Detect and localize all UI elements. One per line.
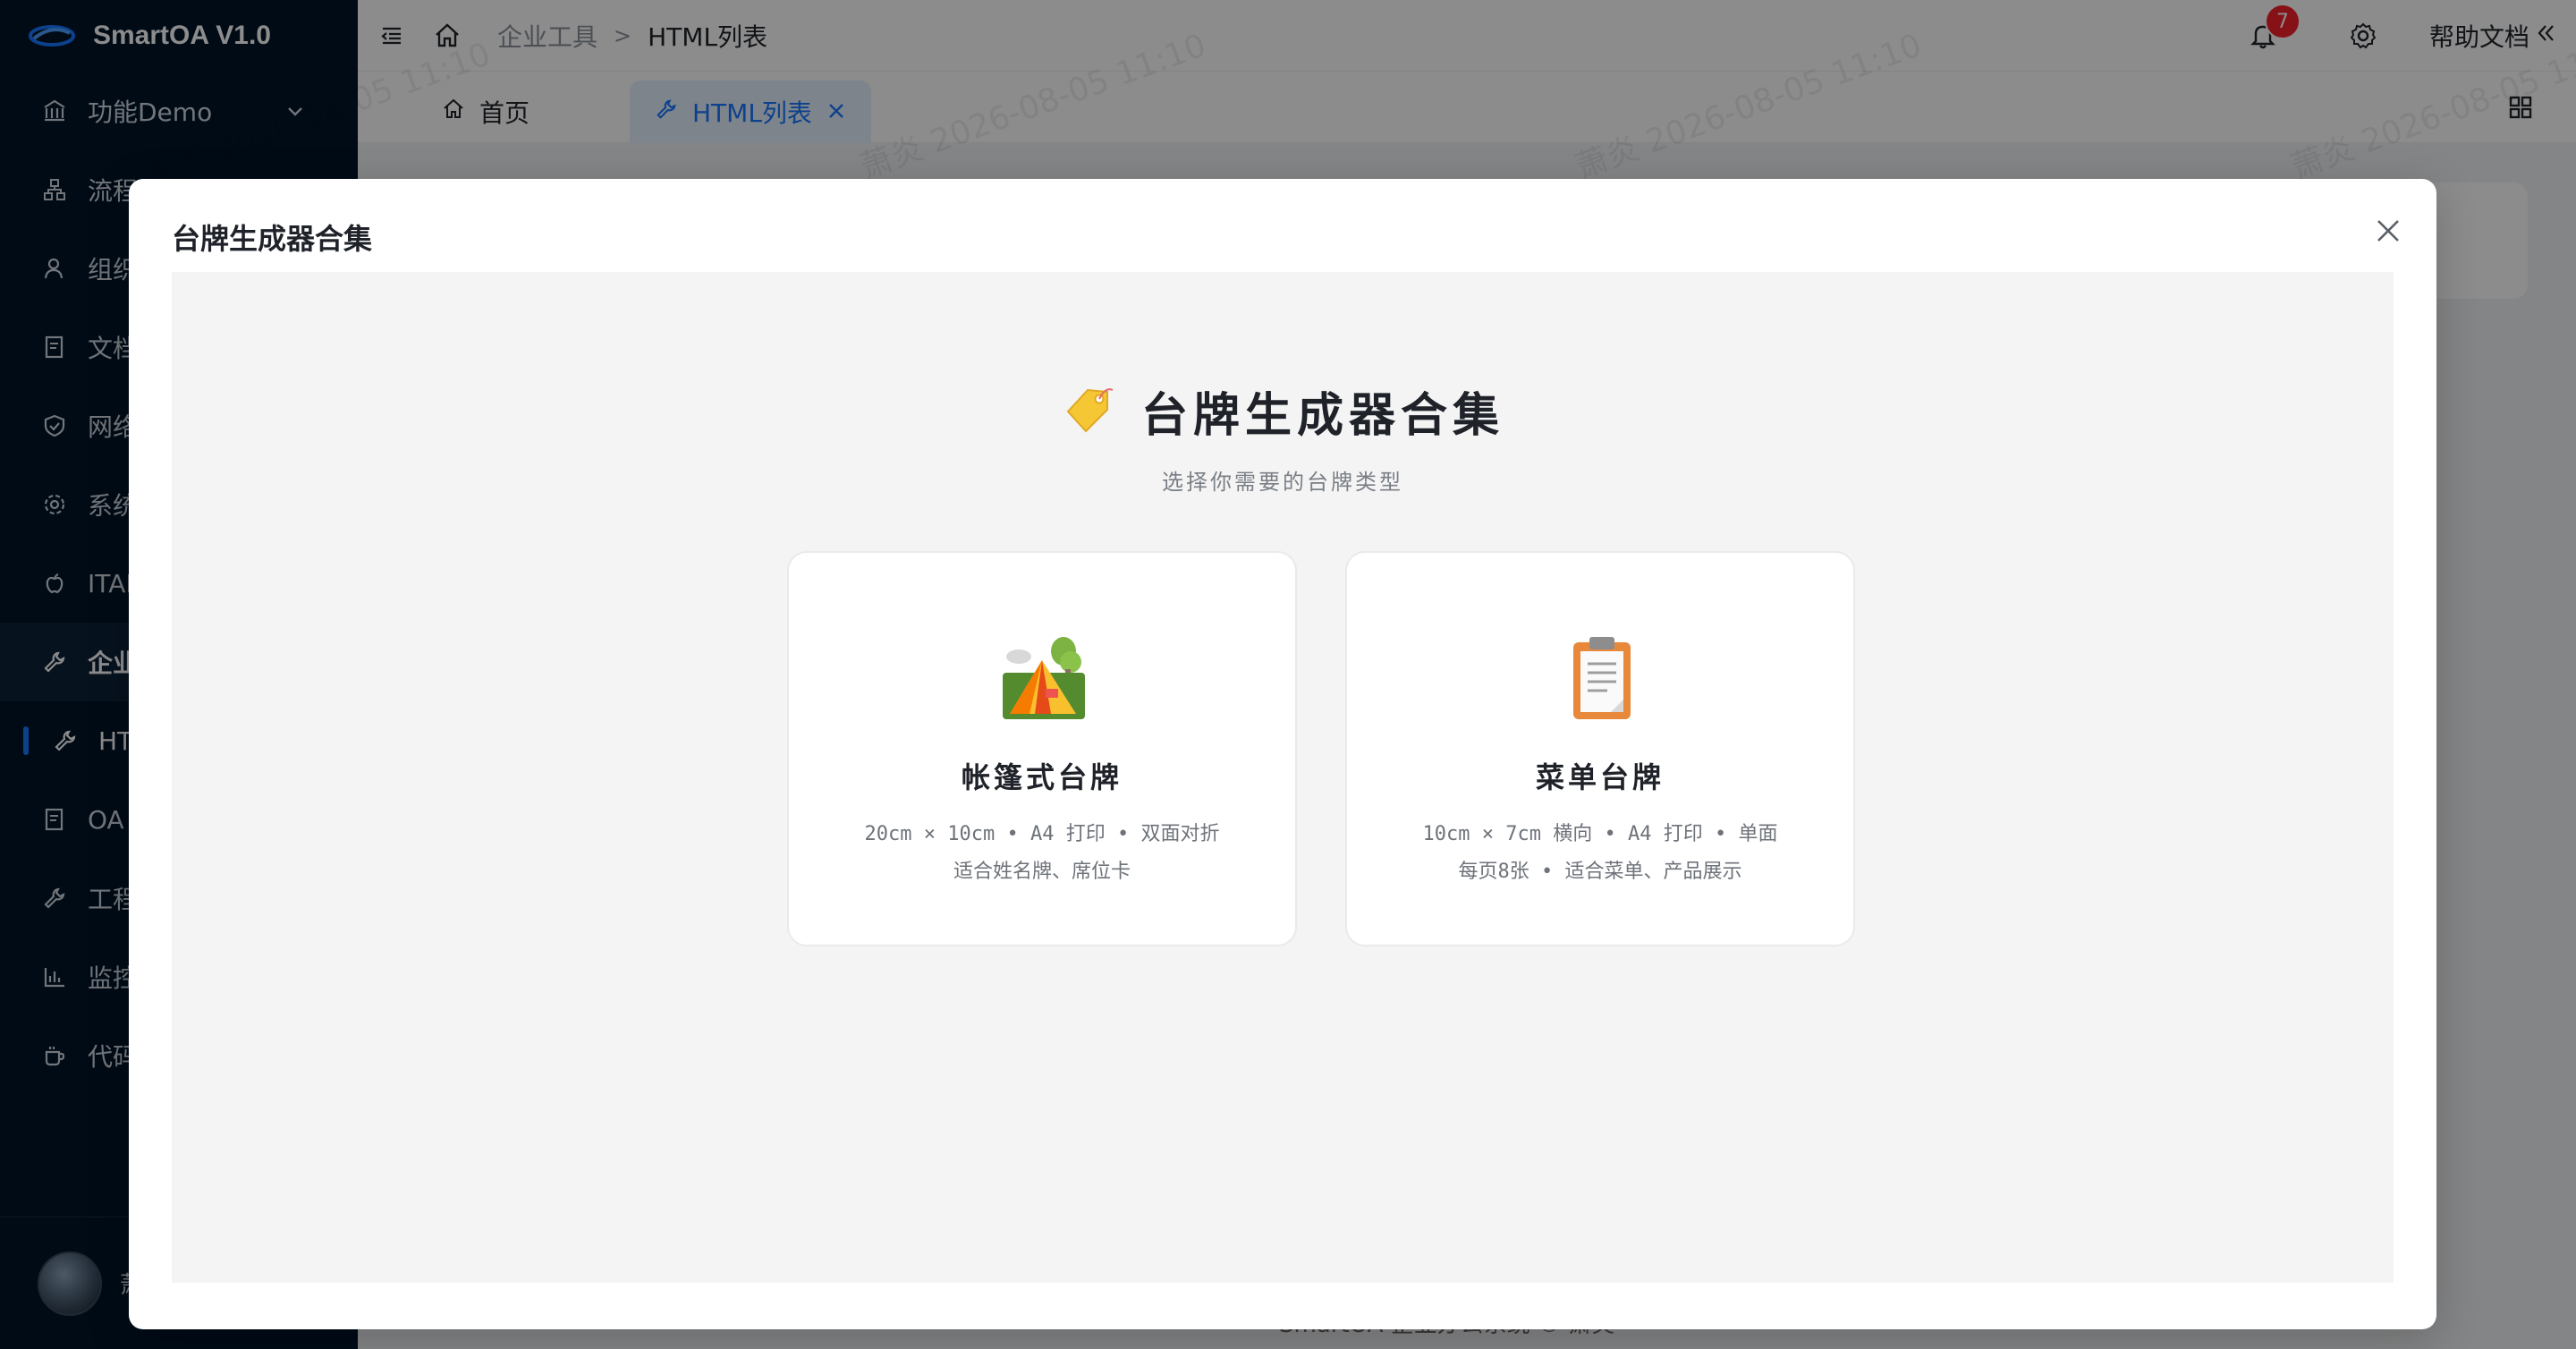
tent-icon [999, 633, 1089, 723]
card-title: 菜单台牌 [1535, 760, 1665, 794]
hero-subtitle: 选择你需要的台牌类型 [1162, 470, 1403, 495]
modal-title: 台牌生成器合集 [172, 222, 373, 256]
card-title: 帐篷式台牌 [961, 760, 1123, 794]
generator-card-tent[interactable]: 帐篷式台牌 20cm × 10cm • A4 打印 • 双面对折 适合姓名牌、席… [787, 551, 1297, 946]
tag-icon [1061, 383, 1114, 440]
card-description: 20cm × 10cm • A4 打印 • 双面对折 适合姓名牌、席位卡 [789, 816, 1295, 891]
card-desc-line: 适合姓名牌、席位卡 [953, 861, 1131, 883]
card-desc-line: 每页8张 • 适合菜单、产品展示 [1458, 861, 1742, 883]
modal-dialog: 台牌生成器合集 台牌生成器合集 选择你需要的台牌类型 帐篷式台牌 20cm × … [129, 179, 2436, 1329]
hero-title-row: 台牌生成器合集 [172, 378, 2394, 445]
card-desc-line: 10cm × 7cm 横向 • A4 打印 • 单面 [1422, 823, 1778, 845]
hero: 台牌生成器合集 选择你需要的台牌类型 [172, 378, 2394, 496]
card-desc-line: 20cm × 10cm • A4 打印 • 双面对折 [864, 823, 1220, 845]
hero-title: 台牌生成器合集 [1140, 388, 1504, 443]
clipboard-icon [1557, 633, 1647, 723]
modal-body: 台牌生成器合集 选择你需要的台牌类型 帐篷式台牌 20cm × 10cm • A… [172, 272, 2394, 1283]
card-description: 10cm × 7cm 横向 • A4 打印 • 单面 每页8张 • 适合菜单、产… [1347, 816, 1853, 891]
generator-card-menu[interactable]: 菜单台牌 10cm × 7cm 横向 • A4 打印 • 单面 每页8张 • 适… [1345, 551, 1855, 946]
close-icon[interactable] [2368, 211, 2408, 250]
